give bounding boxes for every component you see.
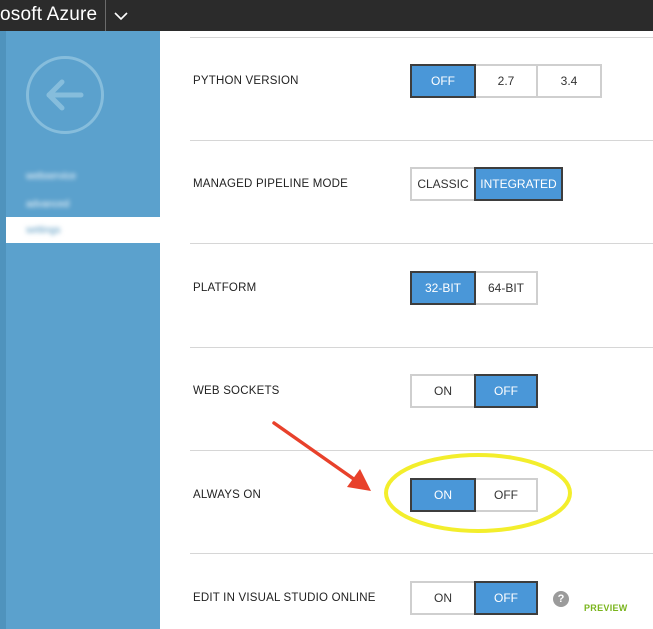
chevron-down-icon[interactable] <box>110 6 132 26</box>
sidebar-item-selected[interactable]: settings <box>6 217 160 243</box>
divider <box>190 450 653 451</box>
always-on-toggle: ON OFF <box>410 478 538 512</box>
platform-option-32bit[interactable]: 32-BIT <box>410 271 476 305</box>
divider <box>190 347 653 348</box>
python-version-option-34[interactable]: 3.4 <box>536 64 602 98</box>
sidebar-item-settings[interactable]: settings <box>26 225 106 236</box>
sidebar-edge <box>0 31 6 629</box>
brand-title: osoft Azure <box>0 4 98 25</box>
settings-panel: PYTHON VERSION OFF 2.7 3.4 MANAGED PIPEL… <box>160 31 653 629</box>
divider <box>190 553 653 554</box>
platform-label: PLATFORM <box>193 282 257 294</box>
always-on-option-off[interactable]: OFF <box>474 478 538 512</box>
always-on-label: ALWAYS ON <box>193 489 262 501</box>
python-version-label: PYTHON VERSION <box>193 75 299 87</box>
python-version-option-27[interactable]: 2.7 <box>474 64 538 98</box>
back-button[interactable] <box>26 56 104 134</box>
platform-toggle: 32-BIT 64-BIT <box>410 271 538 305</box>
always-on-option-on[interactable]: ON <box>410 478 476 512</box>
question-icon[interactable]: ? <box>553 591 569 607</box>
topbar-divider <box>105 0 106 31</box>
sidebar-item-webservice[interactable]: webservice <box>26 171 106 182</box>
top-bar: osoft Azure <box>0 0 653 31</box>
edit-vso-toggle: ON OFF <box>410 581 538 615</box>
arrow-left-icon <box>46 79 84 111</box>
web-sockets-option-on[interactable]: ON <box>410 374 476 408</box>
edit-vso-option-on[interactable]: ON <box>410 581 476 615</box>
python-version-option-off[interactable]: OFF <box>410 64 476 98</box>
pipeline-mode-toggle: CLASSIC INTEGRATED <box>410 167 563 201</box>
web-sockets-toggle: ON OFF <box>410 374 538 408</box>
managed-pipeline-mode-label: MANAGED PIPELINE MODE <box>193 178 349 190</box>
web-sockets-label: WEB SOCKETS <box>193 385 280 397</box>
preview-badge: PREVIEW <box>584 603 628 613</box>
pipeline-mode-option-classic[interactable]: CLASSIC <box>410 167 476 201</box>
web-sockets-option-off[interactable]: OFF <box>474 374 538 408</box>
platform-option-64bit[interactable]: 64-BIT <box>474 271 538 305</box>
sidebar-item-advanced[interactable]: advanced <box>26 199 106 210</box>
pipeline-mode-option-integrated[interactable]: INTEGRATED <box>474 167 563 201</box>
python-version-toggle: OFF 2.7 3.4 <box>410 64 602 98</box>
edit-vso-option-off[interactable]: OFF <box>474 581 538 615</box>
divider <box>190 243 653 244</box>
divider <box>190 37 653 38</box>
edit-vso-label: EDIT IN VISUAL STUDIO ONLINE <box>193 592 376 604</box>
divider <box>190 140 653 141</box>
